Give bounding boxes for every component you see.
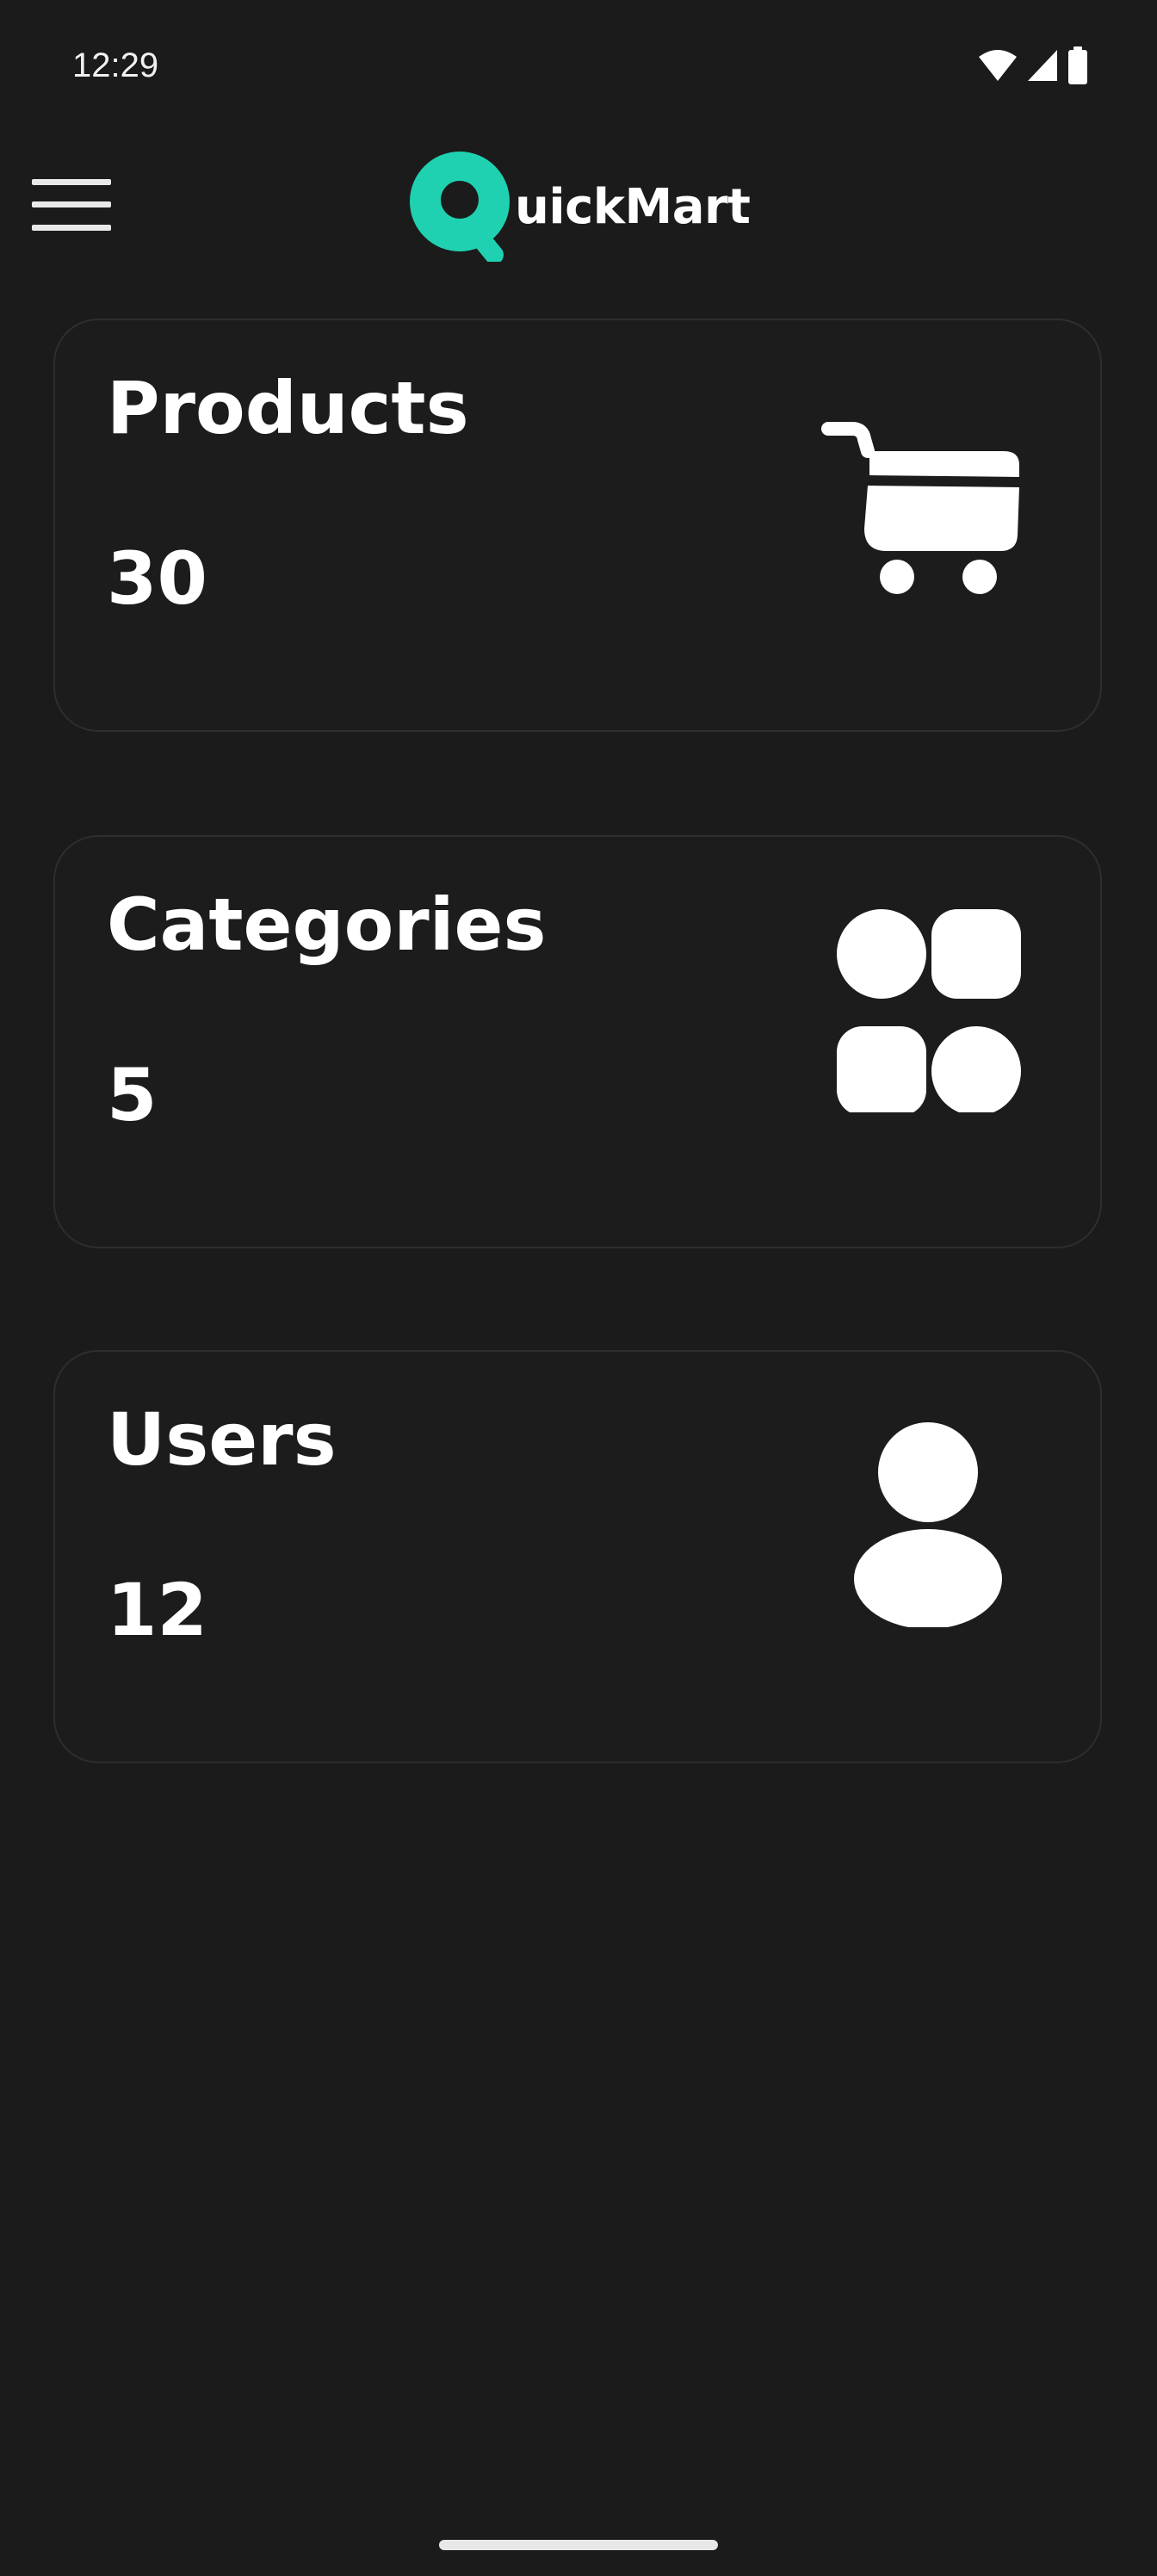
status-bar: 12:29 bbox=[0, 0, 1157, 129]
logo-q-mark-icon: Q bbox=[410, 150, 517, 265]
menu-button[interactable] bbox=[24, 164, 119, 250]
app-bar: Q uickMart bbox=[0, 138, 1157, 276]
app-logo: Q uickMart bbox=[410, 150, 751, 265]
wifi-icon bbox=[978, 48, 1018, 83]
signal-icon bbox=[1026, 48, 1059, 83]
categories-card[interactable]: Categories 5 bbox=[53, 835, 1102, 1248]
categories-title: Categories bbox=[107, 882, 547, 967]
user-icon bbox=[816, 1403, 1040, 1627]
products-card[interactable]: Products 30 bbox=[53, 319, 1102, 732]
users-card[interactable]: Users 12 bbox=[53, 1350, 1102, 1763]
products-count: 30 bbox=[107, 536, 207, 621]
home-indicator[interactable] bbox=[439, 2540, 718, 2550]
categories-grid-icon bbox=[816, 889, 1040, 1112]
products-title: Products bbox=[107, 366, 469, 450]
logo-text: uickMart bbox=[515, 179, 751, 235]
users-count: 12 bbox=[107, 1568, 207, 1652]
users-title: Users bbox=[107, 1397, 337, 1482]
status-icons bbox=[978, 45, 1088, 86]
status-time: 12:29 bbox=[72, 46, 159, 84]
hamburger-menu-icon bbox=[32, 177, 111, 236]
battery-icon bbox=[1067, 46, 1088, 84]
shopping-cart-icon bbox=[816, 372, 1040, 596]
categories-count: 5 bbox=[107, 1053, 158, 1137]
